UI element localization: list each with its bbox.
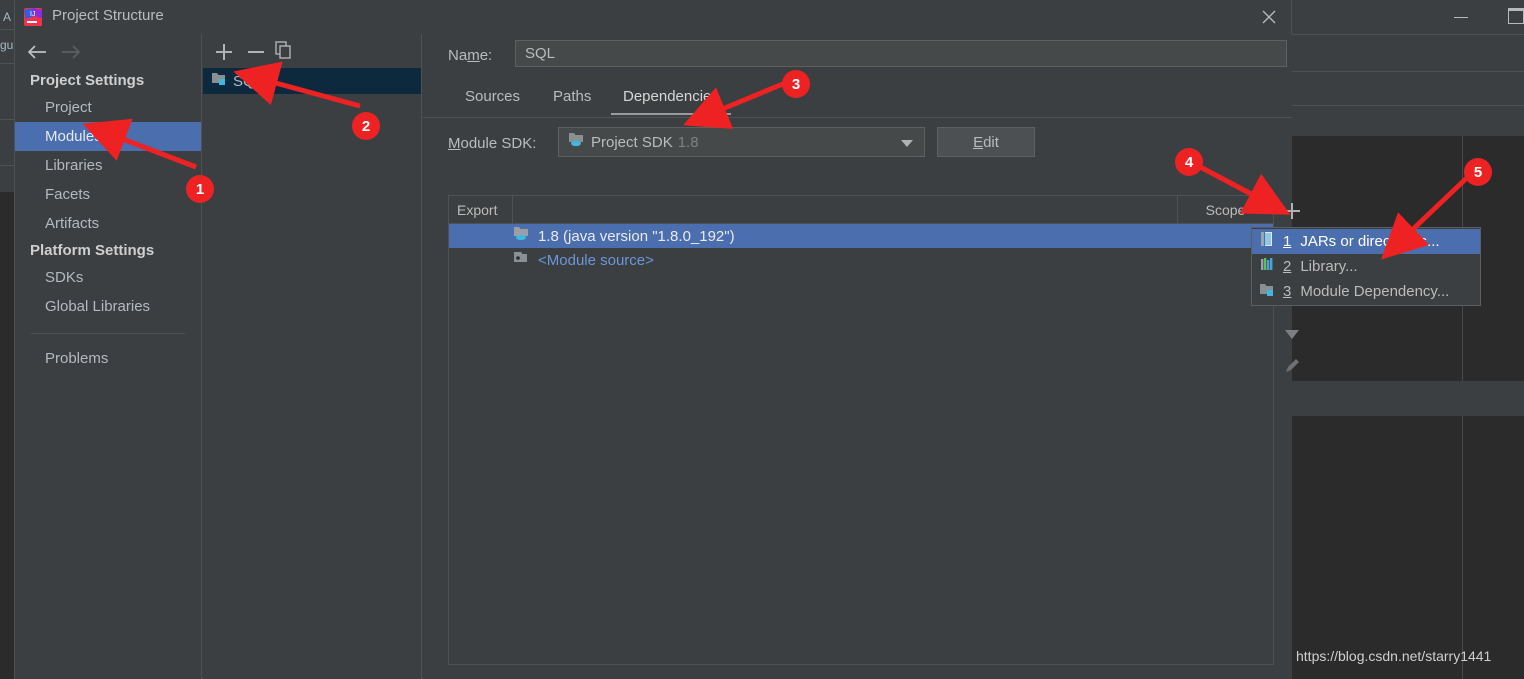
module-name-row: Name: xyxy=(423,34,1292,78)
module-source-icon xyxy=(513,250,530,270)
module-sdk-select[interactable]: Project SDK 1.8 xyxy=(558,127,925,157)
module-sdk-version: 1.8 xyxy=(677,133,699,151)
bg-right-editor-area-2 xyxy=(1290,416,1524,679)
sidebar-item-libraries[interactable]: Libraries xyxy=(15,151,201,180)
java-sdk-icon xyxy=(513,226,530,246)
module-sdk-row: Module SDK: Project SDK 1.8 Edit xyxy=(423,118,1292,168)
module-list-panel: SQL xyxy=(203,34,422,679)
sidebar-item-problems[interactable]: Problems xyxy=(15,344,201,373)
dependencies-table-header: Export Scope xyxy=(449,196,1273,224)
tab-sources[interactable]: Sources xyxy=(453,81,532,115)
column-header-export[interactable]: Export xyxy=(449,196,513,223)
edit-dependency-button[interactable] xyxy=(1274,349,1310,380)
bg-right-divider xyxy=(1290,71,1524,72)
module-detail-panel: Name: Sources Paths Dependencies Module … xyxy=(423,34,1300,679)
library-icon xyxy=(1259,256,1275,277)
sidebar-item-sdks[interactable]: SDKs xyxy=(15,263,201,292)
move-down-button[interactable] xyxy=(1274,318,1310,349)
bg-left-dark-fill xyxy=(0,192,14,679)
module-list-toolbar xyxy=(203,34,421,68)
module-sdk-label: Module SDK: xyxy=(448,135,537,152)
bg-right-divider xyxy=(1290,105,1524,106)
module-tabs: Sources Paths Dependencies xyxy=(423,78,1292,118)
module-folder-icon xyxy=(211,71,227,91)
module-sdk-value: Project SDK xyxy=(591,133,673,151)
sidebar-group-project-settings: Project Settings xyxy=(30,72,145,89)
menu-item-label: JARs or directories... xyxy=(1300,233,1440,250)
menu-item-jars-or-directories[interactable]: 1 JARs or directories... xyxy=(1252,229,1480,254)
add-dependency-popup-menu: 1 JARs or directories... 2 Library... 3 … xyxy=(1251,227,1481,306)
window-minimize-button[interactable] xyxy=(1452,10,1474,24)
sidebar-nav-arrows xyxy=(15,34,201,68)
pencil-icon xyxy=(1284,357,1301,379)
menu-item-module-dependency[interactable]: 3 Module Dependency... xyxy=(1252,279,1480,304)
edit-sdk-button[interactable]: Edit xyxy=(937,127,1035,157)
dialog-title: Project Structure xyxy=(52,7,164,24)
annotation-badge-5: 5 xyxy=(1464,158,1492,186)
chevron-down-icon xyxy=(901,140,913,147)
remove-module-button[interactable] xyxy=(243,40,269,64)
sidebar-item-artifacts[interactable]: Artifacts xyxy=(15,209,201,238)
annotation-badge-3: 3 xyxy=(782,70,810,98)
menu-item-number: 3 xyxy=(1283,283,1292,300)
sidebar-divider xyxy=(31,333,185,334)
add-module-button[interactable] xyxy=(211,40,237,64)
bg-left-text-gu: gu xyxy=(0,38,14,52)
column-header-name[interactable] xyxy=(513,196,1177,223)
sidebar-item-facets[interactable]: Facets xyxy=(15,180,201,209)
add-dependency-button[interactable] xyxy=(1274,195,1310,226)
tab-paths[interactable]: Paths xyxy=(541,81,603,115)
sidebar-item-global-libraries[interactable]: Global Libraries xyxy=(15,292,201,321)
module-name-label: Name: xyxy=(448,47,493,64)
menu-item-label: Module Dependency... xyxy=(1300,283,1450,300)
module-folder-icon xyxy=(1259,282,1275,302)
table-row[interactable]: <Module source> xyxy=(449,248,1273,272)
table-cell-name: <Module source> xyxy=(538,251,654,269)
arrow-right-icon[interactable] xyxy=(59,43,83,61)
dialog-titlebar: IJ Project Structure xyxy=(15,0,1291,34)
module-list-item-sql[interactable]: SQL xyxy=(203,68,421,94)
svg-text:IJ: IJ xyxy=(30,11,35,18)
java-sdk-icon xyxy=(568,132,585,152)
menu-item-library[interactable]: 2 Library... xyxy=(1252,254,1480,279)
column-header-scope[interactable]: Scope xyxy=(1177,196,1273,223)
jar-icon xyxy=(1259,231,1275,252)
close-icon[interactable] xyxy=(1252,3,1286,31)
bg-right-vline xyxy=(1462,416,1463,679)
window-restore-button[interactable] xyxy=(1508,8,1524,24)
settings-sidebar: Project Settings Project Modules Librari… xyxy=(15,34,202,679)
table-cell-name: 1.8 (java version "1.8.0_192") xyxy=(538,227,735,245)
annotation-badge-1: 1 xyxy=(186,175,214,203)
table-row[interactable]: 1.8 (java version "1.8.0_192") xyxy=(449,224,1273,248)
intellij-idea-icon: IJ xyxy=(23,7,43,27)
tab-dependencies[interactable]: Dependencies xyxy=(611,81,731,115)
sidebar-group-platform-settings: Platform Settings xyxy=(30,242,155,259)
copy-module-icon[interactable] xyxy=(273,40,299,64)
annotation-badge-4: 4 xyxy=(1175,148,1203,176)
arrow-left-icon[interactable] xyxy=(25,43,49,61)
menu-item-label: Library... xyxy=(1300,258,1358,275)
sidebar-item-project[interactable]: Project xyxy=(15,93,201,122)
menu-item-number: 2 xyxy=(1283,258,1292,275)
menu-item-number: 1 xyxy=(1283,233,1292,250)
module-list-item-label: SQL xyxy=(233,72,264,90)
bg-right-divider xyxy=(1290,34,1524,35)
screenshot-root: A gu IJ Project Structure Project Settin… xyxy=(0,0,1524,679)
sidebar-item-modules[interactable]: Modules xyxy=(15,122,201,151)
project-structure-dialog: IJ Project Structure Project Settings Pr… xyxy=(14,0,1300,679)
dependencies-table: Export Scope 1.8 (java version "1.8.0_19… xyxy=(448,195,1274,665)
watermark-url: https://blog.csdn.net/starry1441 xyxy=(1296,648,1492,664)
module-name-input[interactable] xyxy=(515,40,1287,67)
bg-left-text-a: A xyxy=(3,10,12,24)
annotation-badge-2: 2 xyxy=(352,112,380,140)
